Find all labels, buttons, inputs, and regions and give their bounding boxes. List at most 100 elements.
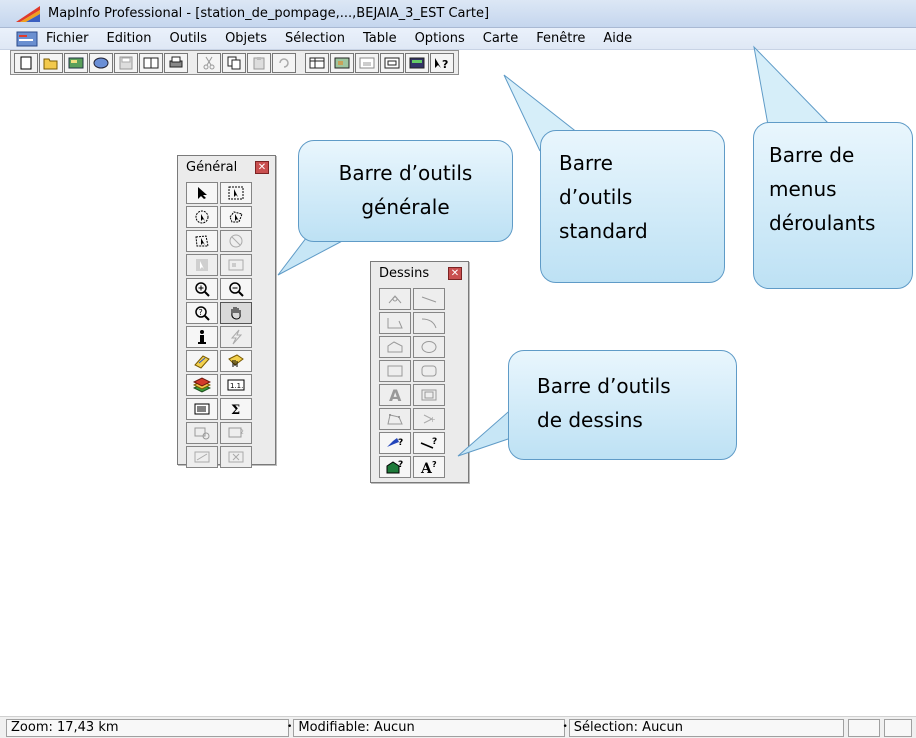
paste-button[interactable] xyxy=(247,52,271,73)
layer-control-button[interactable] xyxy=(186,374,218,396)
table-browser-icon xyxy=(309,57,325,68)
split-button[interactable] xyxy=(220,446,252,468)
polygon-icon xyxy=(387,341,403,353)
database-icon xyxy=(93,57,109,68)
unselect-all-button[interactable] xyxy=(220,230,252,252)
arc-icon xyxy=(421,318,437,329)
text-style-button[interactable]: A? xyxy=(413,456,445,478)
polyline-tool-button[interactable] xyxy=(379,312,411,334)
menu-edition[interactable]: Edition xyxy=(107,31,152,46)
frame-tool-button[interactable] xyxy=(413,384,445,406)
grabber-button[interactable] xyxy=(220,302,252,324)
change-view-icon: ? xyxy=(195,306,210,321)
invert-selection-icon xyxy=(196,259,208,271)
polygon-select-button[interactable] xyxy=(220,206,252,228)
frame-icon xyxy=(421,389,437,401)
zoom-out-button[interactable] xyxy=(220,278,252,300)
new-browser-button[interactable] xyxy=(305,52,329,73)
layout-window-icon xyxy=(384,57,400,68)
open-dbms-button[interactable] xyxy=(89,52,113,73)
ruler-button[interactable]: 1.1. xyxy=(220,374,252,396)
line-style-button[interactable]: ? xyxy=(413,432,445,454)
help-button[interactable]: ? xyxy=(430,52,454,73)
sigma-icon: Σ xyxy=(231,403,240,416)
info-tool-button[interactable] xyxy=(186,326,218,348)
editable-layer-status[interactable]: Modifiable: Aucun • xyxy=(293,718,568,737)
change-view-button[interactable]: ? xyxy=(186,302,218,324)
add-node-tool-button[interactable]: + xyxy=(413,408,445,430)
undo-button[interactable] xyxy=(272,52,296,73)
menu-carte[interactable]: Carte xyxy=(483,31,518,46)
polygon-tool-button[interactable] xyxy=(379,336,411,358)
print-button[interactable] xyxy=(164,52,188,73)
cut-button[interactable] xyxy=(197,52,221,73)
status-empty-cell-1 xyxy=(848,718,881,737)
legend-button[interactable] xyxy=(186,398,218,420)
drag-map-button[interactable] xyxy=(220,350,252,372)
save-as-button[interactable] xyxy=(139,52,163,73)
menu-selection[interactable]: Sélection xyxy=(285,31,345,46)
rounded-rectangle-tool-button[interactable] xyxy=(413,360,445,382)
copy-icon xyxy=(227,56,241,69)
clip-region-button[interactable]: 2 xyxy=(220,422,252,444)
ellipse-tool-button[interactable] xyxy=(413,336,445,358)
help-pointer-icon: ? xyxy=(435,57,448,70)
callout-general-line2: générale xyxy=(361,195,450,219)
set-target-button[interactable] xyxy=(186,422,218,444)
selection-status[interactable]: Sélection: Aucun xyxy=(568,718,845,737)
add-node-icon: + xyxy=(423,414,436,424)
radius-select-button[interactable] xyxy=(186,206,218,228)
menu-objets[interactable]: Objets xyxy=(225,31,267,46)
region-style-button[interactable]: ? xyxy=(379,456,411,478)
standard-toolbar: ? xyxy=(10,50,459,75)
line-tool-button[interactable] xyxy=(413,288,445,310)
text-tool-button[interactable]: A xyxy=(379,384,411,406)
boundary-select-button[interactable] xyxy=(186,230,218,252)
line-icon xyxy=(421,296,437,303)
zoom-status[interactable]: Zoom: 17,43 km • xyxy=(6,718,292,737)
text-a-icon: A xyxy=(389,387,402,403)
menu-table[interactable]: Table xyxy=(363,31,397,46)
new-graph-button[interactable] xyxy=(355,52,379,73)
invert-selection-button[interactable] xyxy=(186,254,218,276)
drag-line-button[interactable] xyxy=(186,446,218,468)
new-redistricter-button[interactable] xyxy=(405,52,429,73)
undo-icon xyxy=(279,57,289,68)
workspace-icon xyxy=(68,57,84,68)
save-button[interactable] xyxy=(114,52,138,73)
menu-fenetre[interactable]: Fenêtre xyxy=(536,31,585,46)
hotlink-button[interactable] xyxy=(220,326,252,348)
callout-menus-line2: menus xyxy=(769,177,837,201)
rectangle-tool-button[interactable] xyxy=(379,360,411,382)
copy-button[interactable] xyxy=(222,52,246,73)
marquee-select-button[interactable] xyxy=(220,182,252,204)
general-toolbar-palette[interactable]: Général ✕ ? 1.1. Σ 2 xyxy=(177,155,276,468)
reshape-tool-button[interactable] xyxy=(379,408,411,430)
select-tool-button[interactable] xyxy=(186,182,218,204)
symbol-style-button[interactable]: ? xyxy=(379,432,411,454)
statistics-button[interactable]: Σ xyxy=(220,398,252,420)
editable-layer-text: Modifiable: Aucun xyxy=(298,720,415,735)
graph-select-button[interactable] xyxy=(220,254,252,276)
symbol-tool-button[interactable] xyxy=(379,288,411,310)
drawing-palette-titlebar[interactable]: Dessins ✕ xyxy=(371,262,468,284)
label-tool-button[interactable] xyxy=(186,350,218,372)
new-document-button[interactable] xyxy=(14,52,38,73)
menu-options[interactable]: Options xyxy=(415,31,465,46)
close-icon[interactable]: ✕ xyxy=(255,160,269,174)
open-workspace-button[interactable] xyxy=(64,52,88,73)
callout-dessins-line1: Barre d’outils xyxy=(537,374,671,398)
arc-tool-button[interactable] xyxy=(413,312,445,334)
close-icon[interactable]: ✕ xyxy=(448,266,462,280)
new-mapper-button[interactable] xyxy=(330,52,354,73)
zoom-in-button[interactable] xyxy=(186,278,218,300)
svg-text:?: ? xyxy=(442,58,448,70)
document-menu-icon[interactable] xyxy=(16,31,38,47)
menu-fichier[interactable]: Fichier xyxy=(46,31,89,46)
zoom-status-text: Zoom: 17,43 km xyxy=(11,720,119,735)
general-palette-titlebar[interactable]: Général ✕ xyxy=(178,156,275,178)
new-layout-button[interactable] xyxy=(380,52,404,73)
menu-outils[interactable]: Outils xyxy=(169,31,207,46)
open-button[interactable] xyxy=(39,52,63,73)
menu-aide[interactable]: Aide xyxy=(603,31,632,46)
